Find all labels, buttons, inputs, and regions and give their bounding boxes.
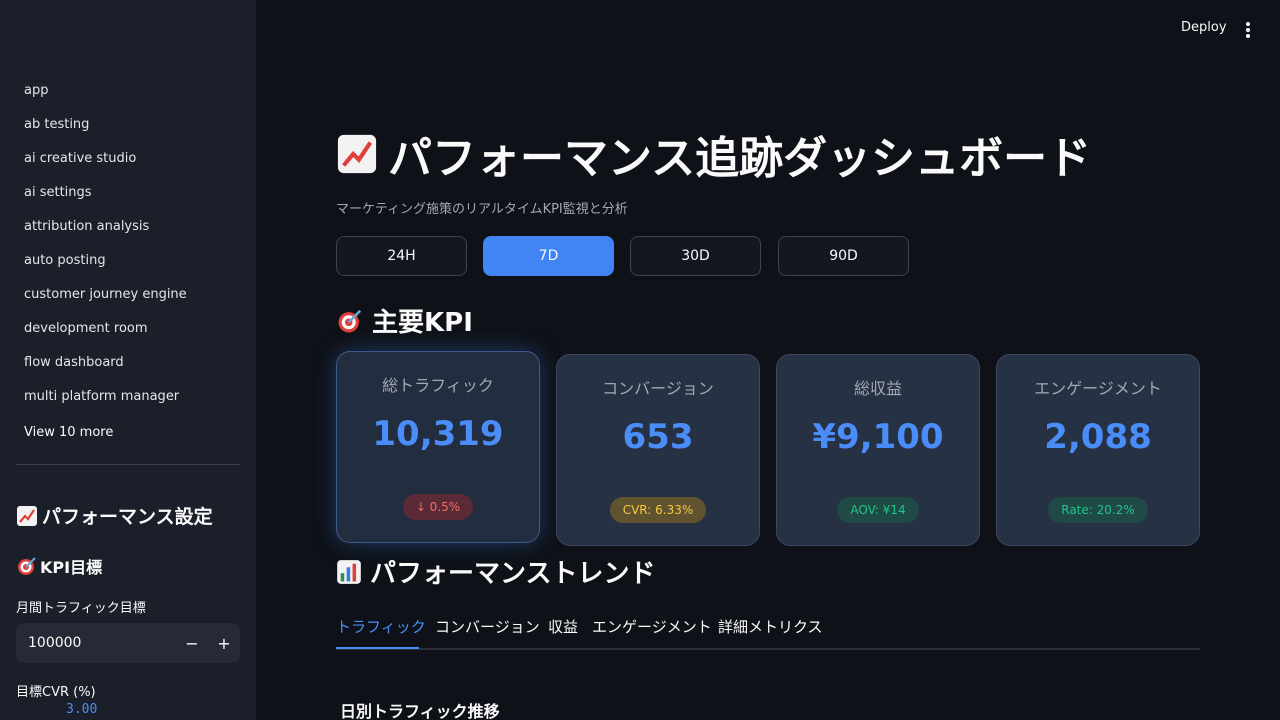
kpi-badge: ↓ 0.5% — [402, 494, 474, 520]
sidebar-item-ai-creative-studio[interactable]: ai creative studio — [16, 148, 240, 182]
traffic-goal-input[interactable]: 100000 − + — [16, 623, 240, 663]
kpi-section-heading: 主要KPI — [336, 302, 473, 339]
chart-increasing-icon — [16, 505, 38, 527]
sidebar-item-app[interactable]: app — [16, 80, 240, 114]
settings-heading: パフォーマンス設定 — [16, 502, 213, 529]
kpi-label: 総収益 — [853, 379, 902, 398]
traffic-goal-value[interactable]: 100000 — [16, 635, 176, 651]
kpi-value: ¥9,100 — [812, 417, 944, 457]
tab-revenue[interactable]: 収益 — [548, 616, 578, 637]
tab-detailed-metrics[interactable]: 詳細メトリクス — [718, 616, 823, 637]
sidebar-item-customer-journey-engine[interactable]: customer journey engine — [16, 284, 240, 318]
sidebar-item-ab-testing[interactable]: ab testing — [16, 114, 240, 148]
tab-conversion[interactable]: コンバージョン — [435, 616, 540, 637]
sidebar-nav: app ab testing ai creative studio ai set… — [16, 80, 240, 420]
sidebar-item-multi-platform-manager[interactable]: multi platform manager — [16, 386, 240, 420]
period-button-90d[interactable]: 90D — [778, 236, 909, 276]
sidebar-item-ai-settings[interactable]: ai settings — [16, 182, 240, 216]
kpi-card-conversion: コンバージョン 653 CVR: 6.33% — [556, 354, 760, 546]
kpi-goal-heading-text: KPI目標 — [40, 558, 103, 577]
page-title: パフォーマンス追跡ダッシュボード — [336, 122, 1091, 186]
minus-icon[interactable]: − — [176, 623, 208, 663]
sidebar-item-flow-dashboard[interactable]: flow dashboard — [16, 352, 240, 386]
period-button-7d[interactable]: 7D — [483, 236, 614, 276]
kpi-badge: Rate: 20.2% — [1048, 497, 1148, 523]
kpi-badge: AOV: ¥14 — [837, 497, 919, 523]
sidebar: app ab testing ai creative studio ai set… — [0, 0, 256, 720]
trend-tabs: トラフィック コンバージョン 収益 エンゲージメント 詳細メトリクス — [336, 612, 1200, 650]
traffic-goal-label: 月間トラフィック目標 — [16, 601, 146, 616]
cvr-goal-label: 目標CVR (%) — [16, 685, 96, 700]
kpi-label: 総トラフィック — [382, 376, 494, 395]
trend-section-heading: パフォーマンストレンド — [336, 553, 655, 590]
cvr-goal-slider-value[interactable]: 3.00 — [66, 702, 97, 717]
kpi-card-revenue: 総収益 ¥9,100 AOV: ¥14 — [776, 354, 980, 546]
page-subtitle: マーケティング施策のリアルタイムKPI監視と分析 — [336, 202, 628, 217]
sidebar-item-attribution-analysis[interactable]: attribution analysis — [16, 216, 240, 250]
tab-traffic[interactable]: トラフィック — [336, 616, 426, 637]
target-icon — [336, 307, 364, 335]
target-icon — [16, 555, 38, 577]
view-more-link[interactable]: View 10 more — [24, 425, 113, 440]
trend-section-heading-text: パフォーマンストレンド — [370, 559, 656, 589]
kpi-label: エンゲージメント — [1034, 379, 1162, 398]
kpi-card-engagement: エンゲージメント 2,088 Rate: 20.2% — [996, 354, 1200, 546]
period-button-30d[interactable]: 30D — [630, 236, 761, 276]
tab-engagement[interactable]: エンゲージメント — [592, 616, 712, 637]
deploy-button[interactable]: Deploy — [1181, 20, 1227, 35]
page-title-text: パフォーマンス追跡ダッシュボード — [388, 133, 1092, 184]
sidebar-divider — [16, 464, 240, 465]
active-tab-indicator — [336, 647, 419, 649]
kpi-value: 2,088 — [1044, 417, 1152, 457]
settings-heading-text: パフォーマンス設定 — [42, 506, 213, 528]
kpi-value: 10,319 — [372, 414, 504, 454]
sidebar-item-development-room[interactable]: development room — [16, 318, 240, 352]
kpi-section-heading-text: 主要KPI — [372, 308, 473, 338]
bar-chart-icon — [336, 559, 362, 585]
kpi-value: 653 — [622, 417, 694, 457]
period-button-24h[interactable]: 24H — [336, 236, 467, 276]
kpi-card-traffic: 総トラフィック 10,319 ↓ 0.5% — [336, 351, 540, 543]
chart-increasing-icon — [336, 133, 378, 175]
chart-title: 日別トラフィック推移 — [340, 702, 500, 720]
kpi-goal-heading: KPI目標 — [16, 554, 102, 578]
kebab-menu-icon[interactable] — [1240, 20, 1256, 40]
plus-icon[interactable]: + — [208, 623, 240, 663]
kpi-label: コンバージョン — [602, 379, 714, 398]
kpi-badge: CVR: 6.33% — [609, 497, 707, 523]
sidebar-item-auto-posting[interactable]: auto posting — [16, 250, 240, 284]
